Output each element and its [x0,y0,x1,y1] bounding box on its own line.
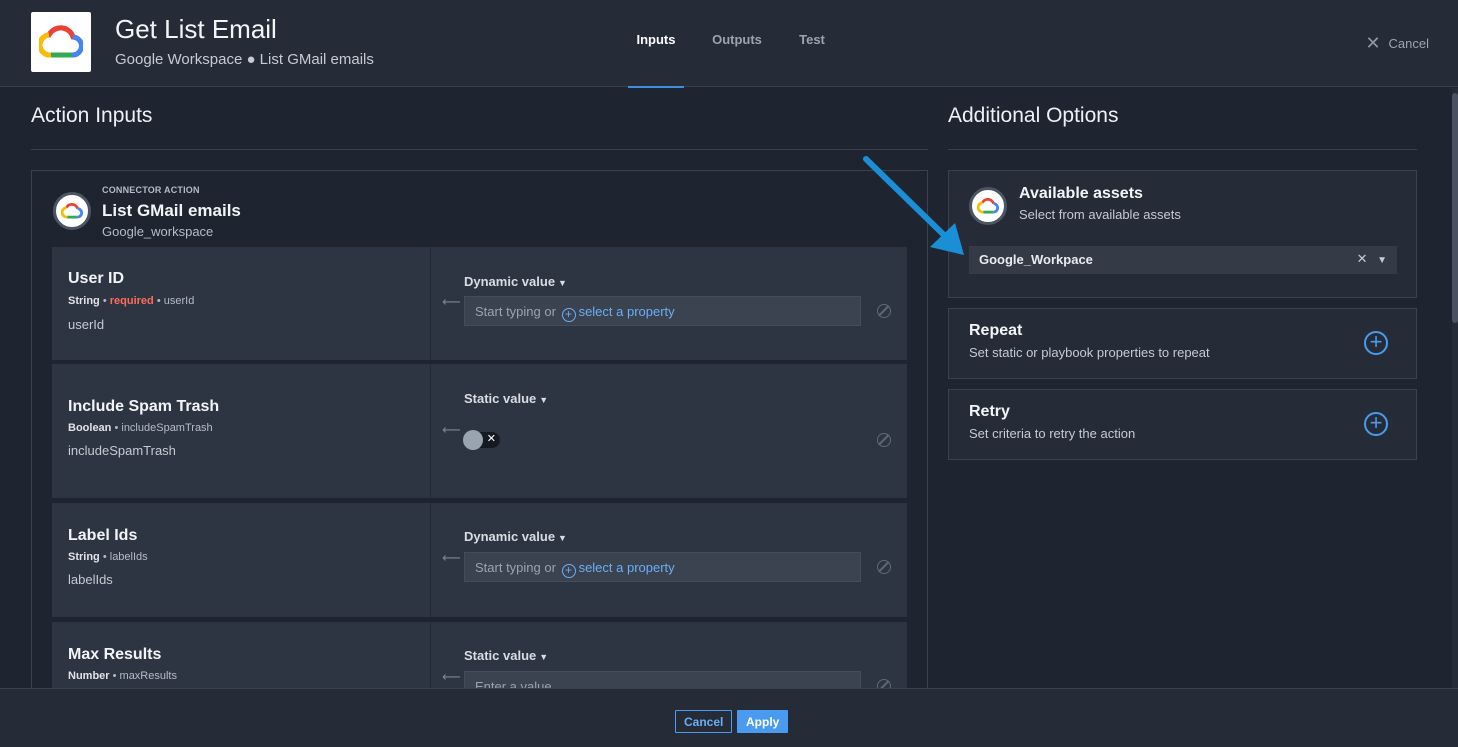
field-name: Max Results [68,646,162,663]
retry-card: Retry Set criteria to retry the action + [948,389,1417,460]
input-field-include-spam-trash: Include Spam Trash Boolean • includeSpam… [52,364,907,498]
page-subtitle: Google Workspace ● List GMail emails [115,51,374,68]
field-meta: String • labelIds [68,551,148,563]
google-cloud-logo-icon [31,12,91,72]
field-name: Include Spam Trash [68,398,220,415]
value-mode-dropdown[interactable]: Dynamic value ▼ [464,274,567,289]
tab-test[interactable]: Test [790,0,834,87]
value-mode-label: Static value [464,391,537,406]
divider [31,149,928,150]
repeat-title: Repeat [969,322,1023,339]
chevron-down-icon: ▼ [539,652,549,662]
field-meta: String • required • userId [68,295,195,307]
tab-outputs[interactable]: Outputs [684,0,790,87]
chevron-down-icon: ▼ [558,278,567,288]
divider [948,149,1417,150]
input-placeholder: Start typing or [475,560,556,575]
tab-inputs[interactable]: Inputs [628,0,684,88]
chevron-down-icon: ▼ [558,533,567,543]
header: Get List Email Google Workspace ● List G… [0,0,1458,88]
arrow-left-icon: ⟵ [442,669,461,684]
cancel-button[interactable]: Cancel [675,710,733,733]
field-description: labelIds [68,572,113,587]
clear-icon[interactable] [877,560,891,574]
arrow-left-icon: ⟵ [442,294,461,309]
arrow-left-icon: ⟵ [442,422,461,437]
field-key: userId [163,295,195,307]
field-key: labelIds [109,551,148,563]
header-cancel-button[interactable]: ✕ Cancel [1365,34,1429,52]
field-description: userId [68,317,105,332]
field-type: Boolean [68,422,112,434]
value-mode-label: Dynamic value [464,274,556,289]
action-inputs-title: Action Inputs [31,104,153,127]
tab-bar: Inputs Outputs Test [628,0,834,88]
clear-icon[interactable] [877,433,891,447]
connector-action-card: CONNECTOR ACTION List GMail emails Googl… [31,170,928,712]
field-key: includeSpamTrash [121,422,213,434]
input-field-user-id: User ID String • required • userId userI… [52,247,907,360]
apply-button[interactable]: Apply [737,710,789,733]
x-icon: ✕ [486,433,496,445]
page-title: Get List Email [115,14,277,44]
retry-subtitle: Set criteria to retry the action [969,426,1136,441]
add-repeat-button[interactable]: + [1364,331,1388,355]
arrow-left-icon: ⟵ [442,550,461,565]
callout-arrow-icon [863,156,964,255]
label-ids-input[interactable]: Start typing or + select a property [464,552,861,582]
clear-icon[interactable] [877,304,891,318]
repeat-subtitle: Set static or playbook properties to rep… [969,345,1210,360]
value-mode-dropdown[interactable]: Static value ▼ [464,648,548,663]
select-property-link[interactable]: select a property [579,304,675,319]
toggle-knob [463,430,483,450]
footer: Cancel Apply [0,688,1458,747]
field-type: Number [68,670,110,682]
connector-action-name: List GMail emails [102,201,241,220]
input-field-label-ids: Label Ids String • labelIds labelIds Dyn… [52,503,907,617]
plus-circle-icon: + [561,308,576,322]
clear-selection-icon[interactable]: ✕ [1357,251,1368,266]
asset-select[interactable]: Google_Workpace ✕ ▼ [969,246,1397,274]
add-retry-button[interactable]: + [1364,412,1388,436]
asset-select-controls: ✕ ▼ [1357,251,1387,267]
header-cancel-label: Cancel [1388,35,1429,51]
value-mode-label: Dynamic value [464,529,556,544]
connector-kind-label: CONNECTOR ACTION [102,185,200,195]
input-placeholder: Start typing or [475,304,556,319]
plus-circle-icon: + [561,564,576,578]
field-meta: Boolean • includeSpamTrash [68,422,213,434]
value-mode-dropdown[interactable]: Static value ▼ [464,391,548,406]
repeat-card: Repeat Set static or playbook properties… [948,308,1417,379]
field-meta: Number • maxResults [68,670,177,682]
google-cloud-logo-icon [53,192,91,230]
value-mode-label: Static value [464,648,537,663]
scrollbar[interactable] [1452,88,1458,688]
available-assets-card: Available assets Select from available a… [948,170,1417,298]
required-badge: required [109,295,154,307]
google-cloud-logo-icon [969,187,1007,225]
field-description: includeSpamTrash [68,443,176,458]
field-key: maxResults [119,670,177,682]
additional-options-title: Additional Options [948,104,1119,127]
scrollbar-thumb[interactable] [1452,93,1458,323]
value-mode-dropdown[interactable]: Dynamic value ▼ [464,529,567,544]
chevron-down-icon: ▼ [539,395,549,405]
field-name: Label Ids [68,527,138,544]
include-spam-trash-toggle[interactable]: ✕ [463,430,500,450]
chevron-down-icon[interactable]: ▼ [1377,255,1387,266]
asset-selected-value: Google_Workpace [979,252,1093,267]
connector-instance: Google_workspace [102,224,214,239]
field-type: String [68,551,100,563]
field-name: User ID [68,270,125,287]
close-icon: ✕ [1365,33,1381,53]
user-id-input[interactable]: Start typing or + select a property [464,296,861,326]
field-type: String [68,295,100,307]
select-property-link[interactable]: select a property [579,560,675,575]
assets-subtitle: Select from available assets [1019,207,1181,222]
assets-title: Available assets [1019,185,1143,202]
retry-title: Retry [969,403,1010,420]
